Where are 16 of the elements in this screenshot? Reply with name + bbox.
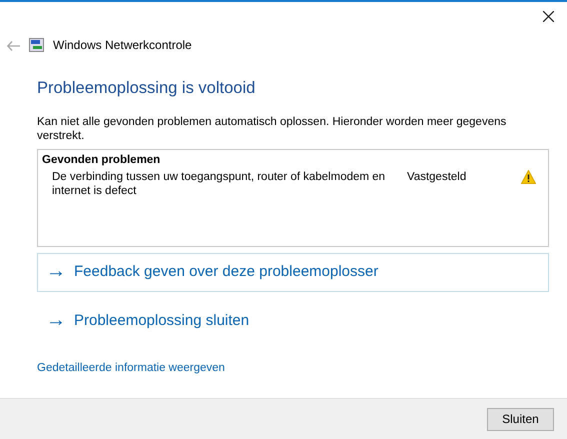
arrow-icon: → — [46, 260, 66, 281]
action-link[interactable]: → Feedback geven over deze probleemoplosser — [37, 252, 549, 292]
network-icon — [29, 38, 44, 52]
details-link[interactable]: Gedetailleerde informatie weergeven — [37, 360, 225, 377]
back-arrow-icon — [7, 40, 20, 51]
warning-icon — [521, 170, 536, 184]
window-title: Windows Netwerkcontrole — [53, 37, 192, 54]
problem-status: Vastgesteld — [407, 170, 468, 185]
problem-description: De verbinding tussen uw toegangspunt, router of kabelmodem en internet is defect — [52, 170, 386, 198]
action-link[interactable]: → Probleemoplossing sluiten — [37, 302, 549, 341]
panel-title: Gevonden problemen — [42, 152, 162, 168]
heading: Probleemoplossing is voltooid — [37, 78, 256, 99]
close-dialog-button[interactable]: Sluiten — [487, 408, 554, 430]
close-icon — [543, 11, 554, 22]
arrow-icon: → — [46, 310, 66, 330]
description-text: Kan niet alle gevonden problemen automatisch oplossen. Hieronder worden meer gegevens verstrekt. — [37, 114, 508, 143]
